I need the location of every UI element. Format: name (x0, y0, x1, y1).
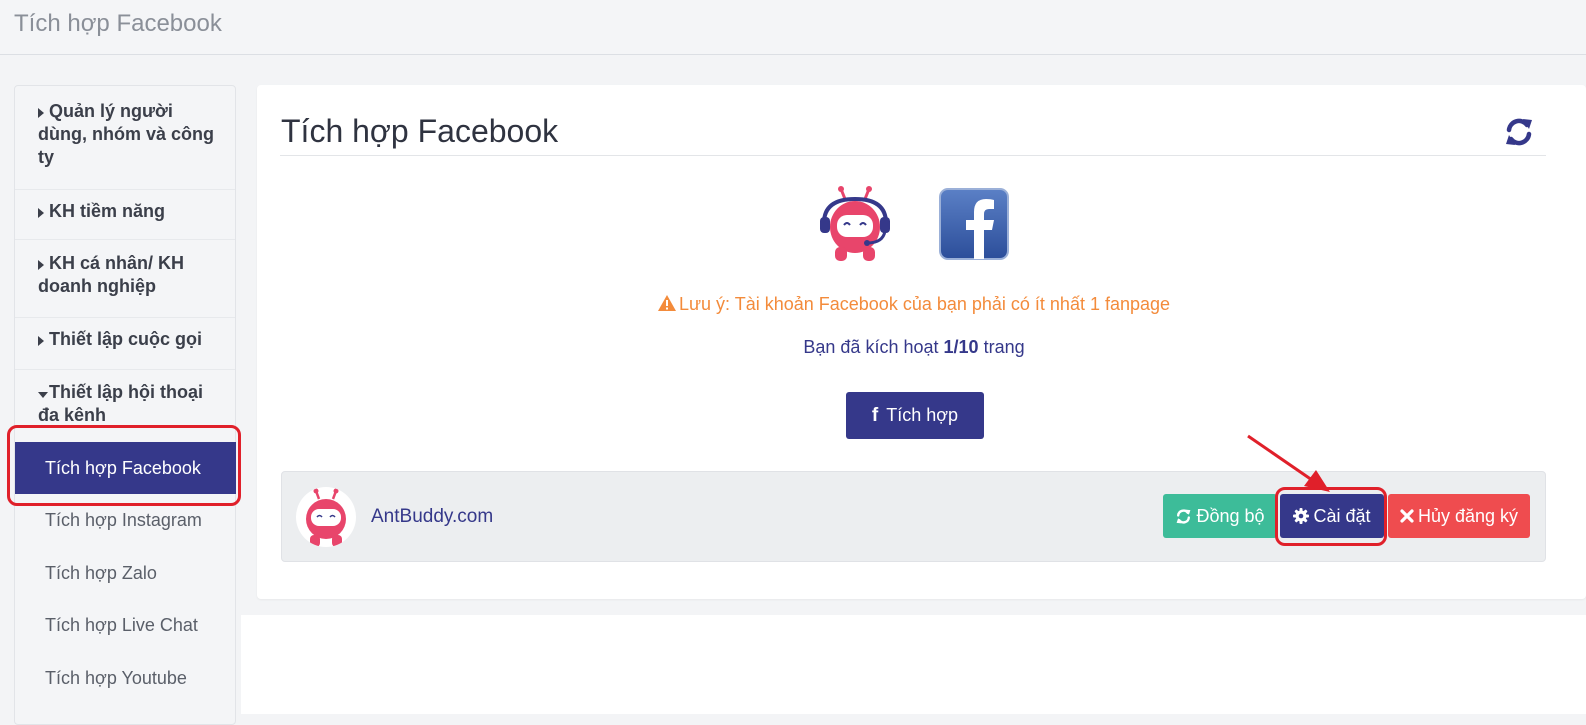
integrate-button-label: Tích hợp (886, 405, 959, 425)
sidebar-group-label: KH tiềm năng (49, 201, 166, 221)
warning-text: Lưu ý: Tài khoản Facebook của bạn phải c… (678, 294, 1171, 314)
sync-button[interactable]: Đồng bộ (1163, 494, 1277, 538)
page-avatar (296, 487, 356, 547)
close-icon (1400, 509, 1414, 523)
sidebar-group-label: KH cá nhân/ KH doanh nghiệp (38, 253, 185, 296)
sync-button-label: Đồng bộ (1196, 505, 1265, 526)
integration-logos (817, 185, 1017, 265)
title-divider (280, 155, 1546, 156)
warning-message: Lưu ý: Tài khoản Facebook của bạn phải c… (257, 294, 1571, 315)
sidebar-group-customers[interactable]: KH cá nhân/ KH doanh nghiệp (15, 252, 235, 318)
arrow-annotation (1247, 434, 1330, 492)
antbuddy-avatar-icon (306, 488, 346, 547)
sidebar-item-zalo[interactable]: Tích hợp Zalo (15, 547, 235, 599)
caret-right-icon (38, 108, 44, 118)
activated-suffix: trang (983, 337, 1025, 357)
unsubscribe-button-label: Hủy đăng ký (1417, 505, 1519, 526)
sidebar-group-user-management[interactable]: Quản lý người dùng, nhóm và công ty (15, 100, 235, 190)
sidebar-group-call-settings[interactable]: Thiết lập cuộc gọi (15, 328, 235, 370)
facebook-f-icon: f (871, 404, 879, 426)
warning-icon (657, 295, 676, 311)
sync-icon (1177, 508, 1191, 524)
caret-right-icon (38, 208, 44, 218)
unsubscribe-button[interactable]: Hủy đăng ký (1388, 494, 1530, 538)
refresh-icon[interactable] (1503, 116, 1535, 148)
activation-status: Bạn đã kích hoạt 1/10 trang (257, 337, 1571, 358)
caret-right-icon (38, 260, 44, 270)
sidebar-group-leads[interactable]: KH tiềm năng (15, 200, 235, 240)
sidebar-group-label: Thiết lập cuộc gọi (49, 329, 203, 349)
caret-right-icon (38, 336, 44, 346)
caret-down-icon (38, 392, 48, 398)
content-footer-area (241, 615, 1586, 714)
sidebar: Quản lý người dùng, nhóm và công ty KH t… (14, 85, 236, 725)
facebook-logo (939, 188, 1009, 260)
page-name[interactable]: AntBuddy.com (371, 506, 493, 528)
top-bar: Tích hợp Facebook (0, 0, 1586, 55)
highlight-annotation (7, 425, 241, 506)
sidebar-item-live-chat[interactable]: Tích hợp Live Chat (15, 599, 235, 651)
activated-prefix: Bạn đã kích hoạt (803, 337, 939, 357)
page-title: Tích hợp Facebook (281, 113, 559, 149)
sidebar-group-label: Quản lý người dùng, nhóm và công ty (38, 101, 214, 167)
sidebar-item-youtube[interactable]: Tích hợp Youtube (15, 652, 235, 704)
antbuddy-logo (820, 186, 890, 261)
sidebar-group-label: Thiết lập hội thoại đa kênh (38, 382, 203, 425)
integrate-button[interactable]: f Tích hợp (846, 392, 984, 439)
activated-count: 1/10 (943, 337, 979, 357)
breadcrumb: Tích hợp Facebook (14, 10, 222, 37)
sidebar-group-omnichannel[interactable]: Thiết lập hội thoại đa kênh (15, 381, 235, 431)
